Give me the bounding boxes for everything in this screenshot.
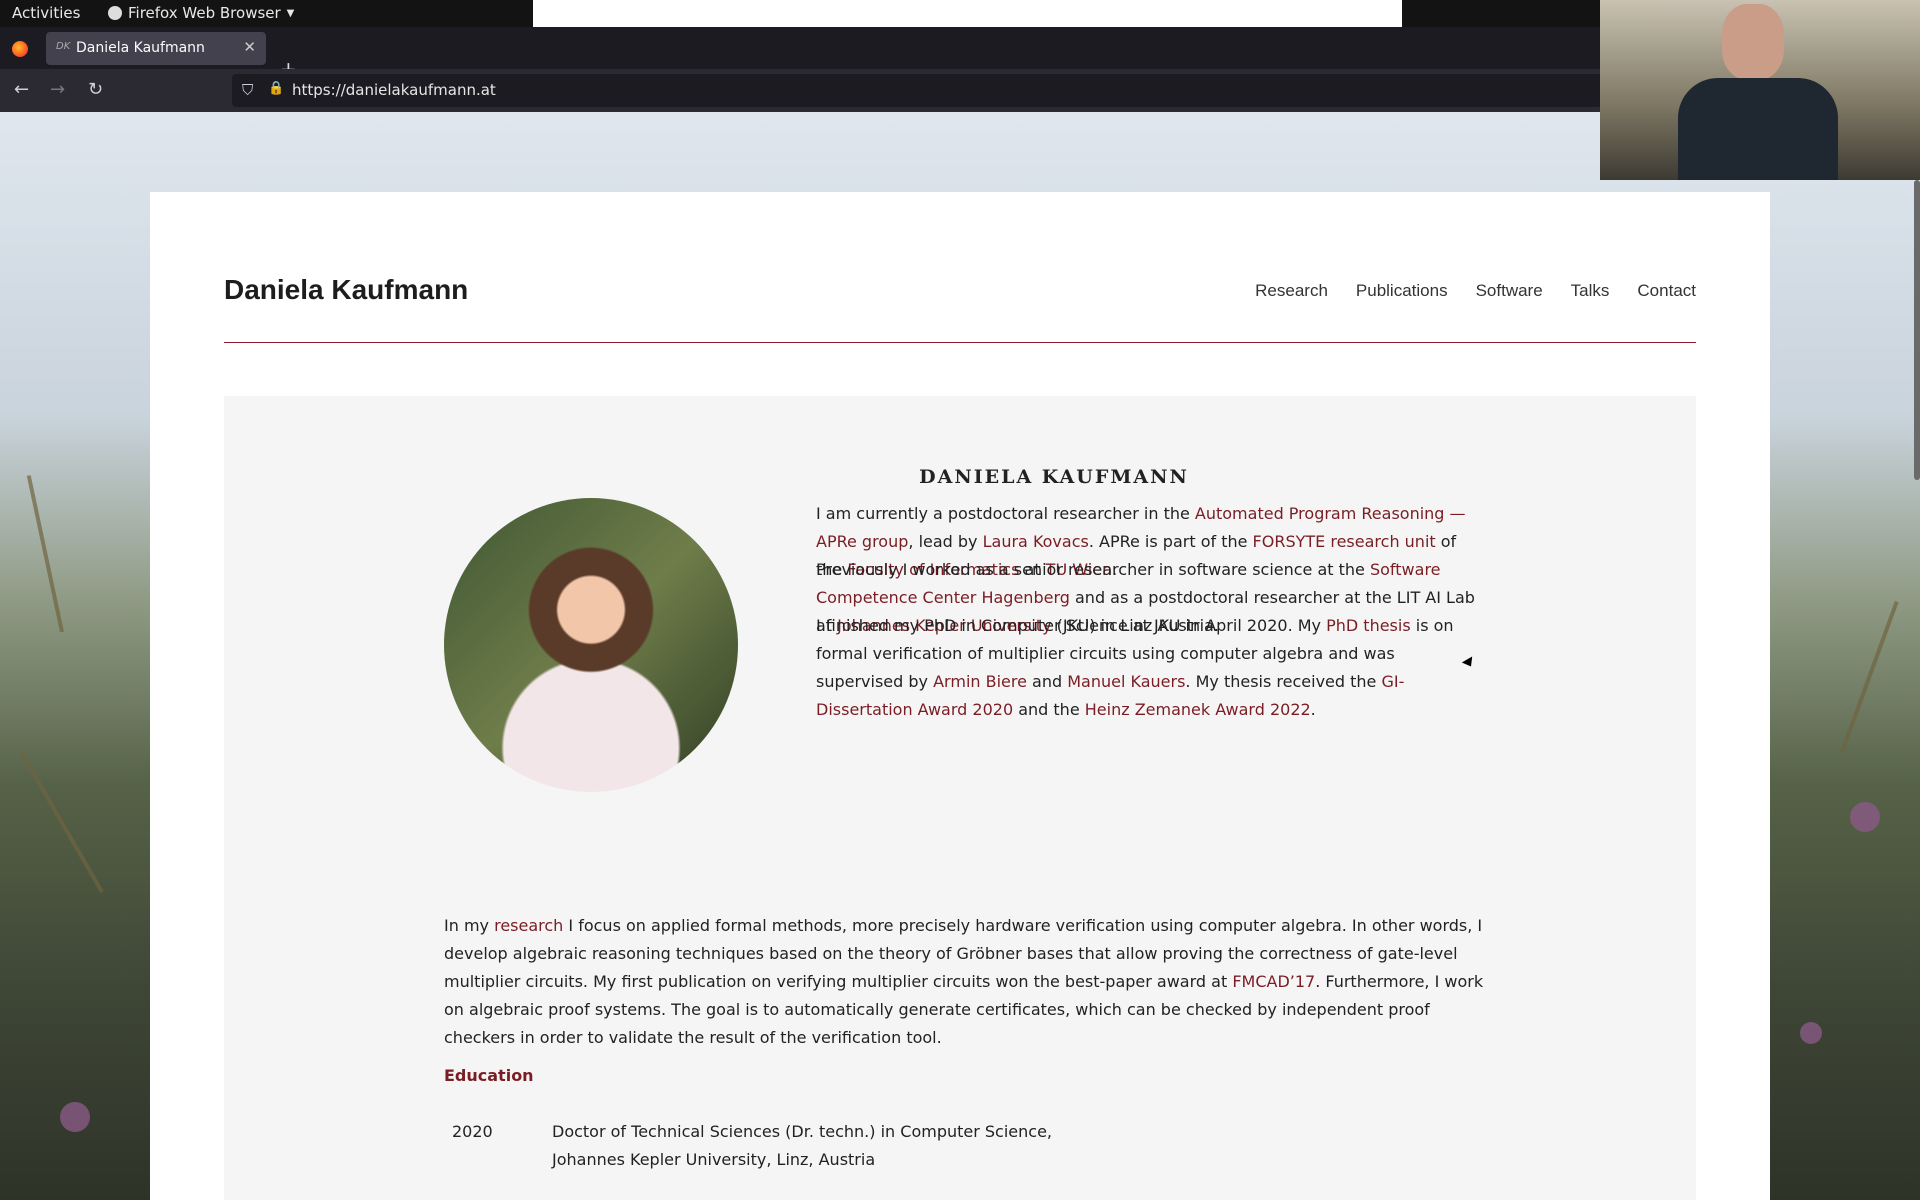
intro-paragraph-phd: I finished my PhD in Computer Science at… — [816, 616, 1454, 719]
link-research[interactable]: research — [494, 916, 563, 935]
link-manuel-kauers[interactable]: Manuel Kauers — [1067, 672, 1185, 691]
app-menu-label: Firefox Web Browser — [128, 4, 281, 22]
education-year: 2020 — [452, 1122, 493, 1141]
presenter-body — [1678, 78, 1838, 180]
tab-title: Daniela Kaufmann — [76, 40, 205, 56]
link-laura-kovacs[interactable]: Laura Kovacs — [983, 532, 1089, 551]
nav-research[interactable]: Research — [1255, 281, 1328, 301]
firefox-view-icon[interactable] — [12, 41, 28, 57]
nav-contact[interactable]: Contact — [1637, 281, 1696, 301]
app-menu[interactable]: Firefox Web Browser ▼ — [108, 4, 294, 22]
firefox-icon — [108, 6, 122, 20]
intro-panel: DANIELA KAUFMANN I am currently a postdo… — [224, 396, 1696, 1200]
education-heading: Education — [444, 1066, 534, 1085]
profile-photo — [444, 498, 738, 792]
forward-icon[interactable]: → — [50, 79, 65, 100]
research-paragraph: In my research I focus on applied formal… — [444, 916, 1484, 1047]
link-forsyte[interactable]: FORSYTE research unit — [1253, 532, 1436, 551]
tab-favicon: DK — [56, 41, 71, 52]
webcam-overlay — [1600, 0, 1920, 180]
presenter-head — [1722, 4, 1784, 80]
back-icon[interactable]: ← — [14, 79, 29, 100]
shield-icon[interactable]: ⛉ — [242, 81, 253, 99]
background-flower — [60, 1102, 90, 1132]
activities-button[interactable]: Activities — [12, 4, 80, 22]
url-bar[interactable]: ⛉ 🔒 https://danielakaufmann.at — [232, 74, 1602, 107]
intro-heading: DANIELA KAUFMANN — [919, 466, 1189, 488]
background-flower — [1800, 1022, 1822, 1044]
scrollbar[interactable] — [1914, 180, 1920, 480]
nav-software[interactable]: Software — [1476, 281, 1543, 301]
notification-banner — [533, 0, 1402, 27]
link-zemanek-award[interactable]: Heinz Zemanek Award 2022 — [1085, 700, 1311, 719]
main-nav: Research Publications Software Talks Con… — [1255, 281, 1696, 301]
tab-daniela-kaufmann[interactable]: DK Daniela Kaufmann ✕ — [46, 32, 266, 65]
page-card: Daniela Kaufmann Research Publications S… — [150, 192, 1770, 1200]
link-phd-thesis[interactable]: PhD thesis — [1326, 616, 1411, 635]
background-grass — [26, 475, 64, 633]
page-viewport: Daniela Kaufmann Research Publications S… — [0, 112, 1920, 1200]
site-title[interactable]: Daniela Kaufmann — [224, 274, 468, 306]
link-armin-biere[interactable]: Armin Biere — [933, 672, 1027, 691]
background-grass — [20, 752, 104, 893]
url-text[interactable]: https://danielakaufmann.at — [292, 81, 496, 99]
lock-icon[interactable]: 🔒 — [268, 81, 284, 96]
header-divider — [224, 342, 1696, 343]
link-fmcad17[interactable]: FMCAD’17 — [1232, 972, 1315, 991]
nav-talks[interactable]: Talks — [1571, 281, 1610, 301]
nav-publications[interactable]: Publications — [1356, 281, 1448, 301]
close-icon[interactable]: ✕ — [243, 38, 256, 56]
background-grass — [1840, 600, 1899, 753]
background-flower — [1850, 802, 1880, 832]
education-description: Doctor of Technical Sciences (Dr. techn.… — [552, 1122, 1052, 1169]
reload-icon[interactable]: ↻ — [88, 79, 103, 100]
caret-down-icon: ▼ — [286, 7, 295, 19]
